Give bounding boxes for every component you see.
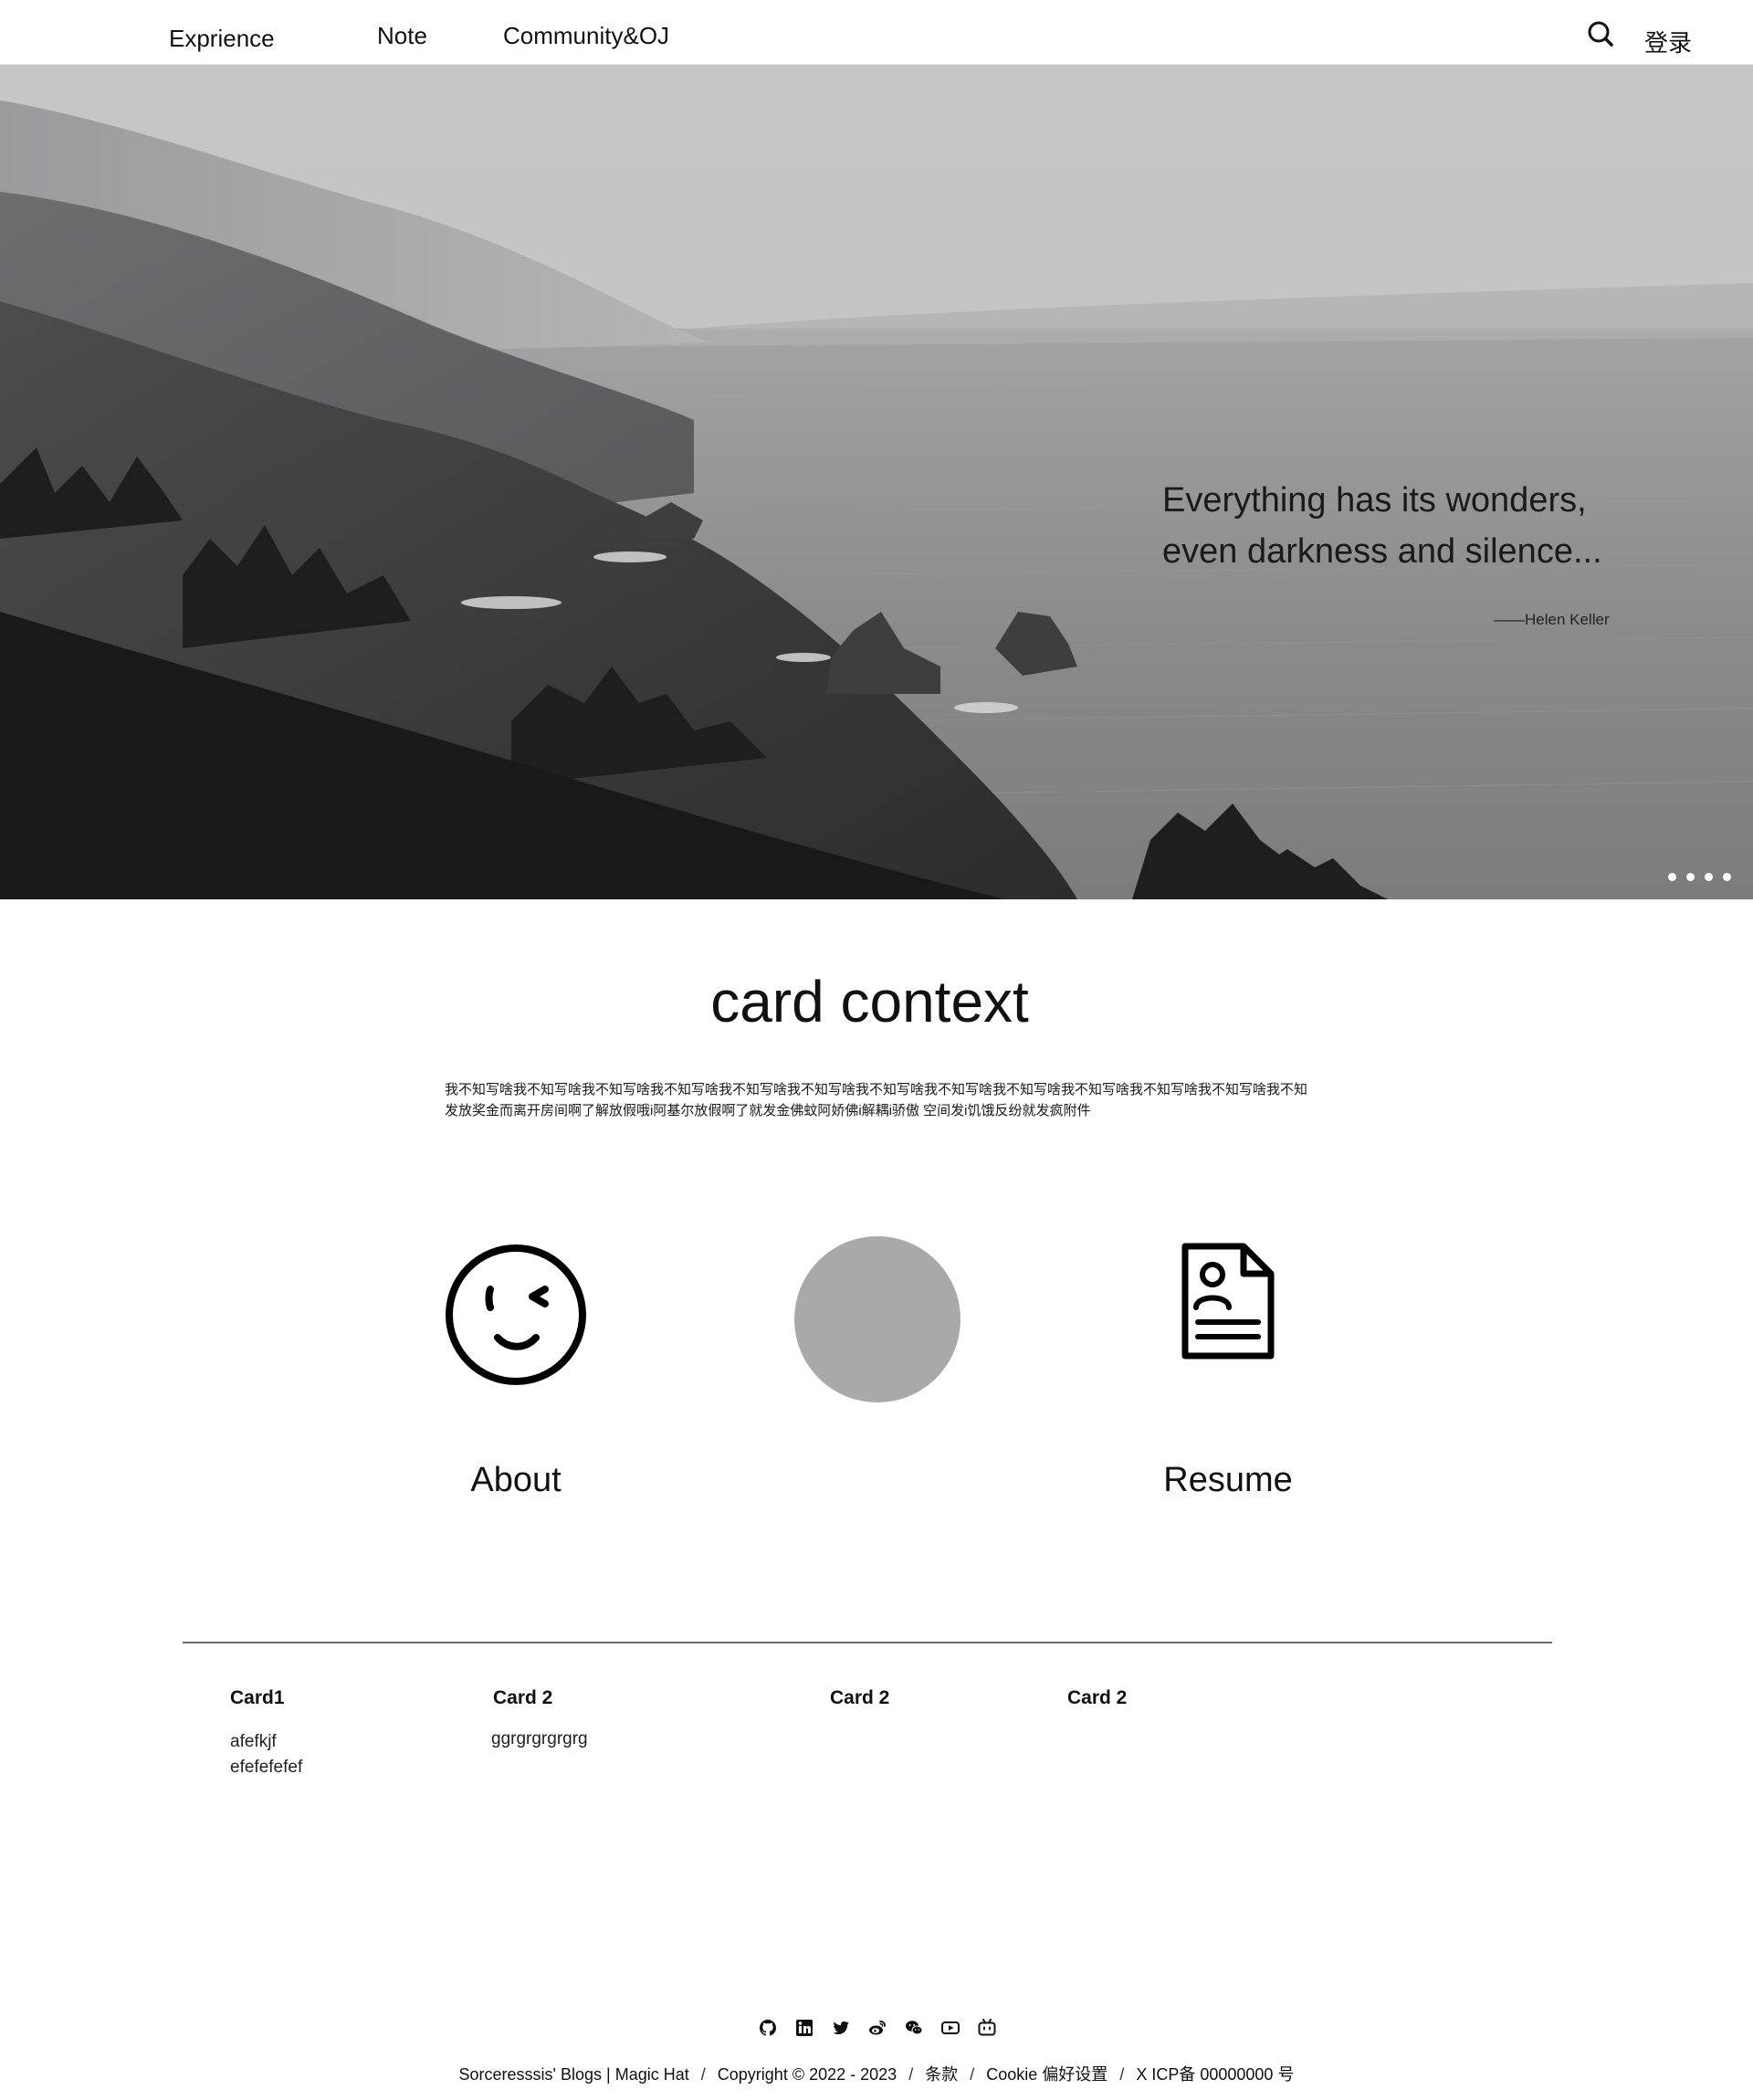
carousel-dot-3[interactable] xyxy=(1705,873,1713,881)
feature-about-label[interactable]: About xyxy=(406,1461,625,1500)
quote-line-1: Everything has its wonders, xyxy=(1162,481,1587,520)
separator: / xyxy=(700,2065,706,2084)
footer-card-text[interactable]: afefkjf xyxy=(230,1729,302,1755)
nav-link-note[interactable]: Note xyxy=(377,22,427,50)
youtube-icon[interactable] xyxy=(940,2018,960,2038)
footer-card-4: Card 2 xyxy=(1067,1687,1127,1709)
footer-divider xyxy=(183,1642,1552,1643)
site-name-link[interactable]: Sorceresssis' Blogs | Magic Hat xyxy=(459,2065,689,2084)
search-icon[interactable] xyxy=(1585,18,1618,51)
hero-banner: Everything has its wonders, even darknes… xyxy=(0,64,1753,899)
github-icon[interactable] xyxy=(758,2018,778,2038)
separator: / xyxy=(970,2065,975,2084)
separator: / xyxy=(908,2065,914,2084)
nav-link-experience[interactable]: Exprience xyxy=(169,25,275,53)
footer-card-text[interactable]: efefefefef xyxy=(230,1755,302,1780)
carousel-indicators xyxy=(1668,873,1731,884)
nav-link-community-oj[interactable]: Community&OJ xyxy=(503,22,669,50)
weibo-icon[interactable] xyxy=(867,2018,887,2038)
carousel-dot-4[interactable] xyxy=(1723,873,1731,881)
avatar[interactable] xyxy=(794,1236,960,1402)
footer-card-1: Card1 afefkjf efefefefef xyxy=(230,1687,302,1780)
resume-document-icon xyxy=(1181,1243,1275,1360)
cookie-preferences-link[interactable]: Cookie 偏好设置 xyxy=(986,2065,1107,2084)
separator: / xyxy=(1119,2065,1125,2084)
carousel-dot-1[interactable] xyxy=(1668,873,1676,881)
icp-link[interactable]: X ICP备 00000000 号 xyxy=(1136,2065,1294,2084)
section-title: card context xyxy=(710,969,1029,1034)
copyright-text: Copyright © 2022 - 2023 xyxy=(717,2065,897,2084)
footer-card-title: Card1 xyxy=(230,1687,285,1708)
login-link[interactable]: 登录 xyxy=(1644,25,1692,58)
footer-card-title: Card 2 xyxy=(1067,1687,1128,1708)
carousel-dot-2[interactable] xyxy=(1686,873,1695,881)
footer-card-3: Card 2 xyxy=(830,1687,889,1709)
quote-author: ——Helen Keller xyxy=(1494,611,1610,628)
social-links xyxy=(758,2018,997,2038)
quote-line-2: even darkness and silence... xyxy=(1162,532,1602,571)
feature-resume[interactable]: Resume xyxy=(1150,1242,1306,1499)
footer-card-2: Card 2 ggrgrgrgrgrg xyxy=(491,1687,588,1752)
twitter-icon[interactable] xyxy=(831,2018,851,2038)
bilibili-icon[interactable] xyxy=(977,2018,997,2038)
footer-card-title: Card 2 xyxy=(830,1687,890,1708)
feature-resume-label[interactable]: Resume xyxy=(1114,1461,1342,1500)
copyright-bar: Sorceresssis' Blogs | Magic Hat / Copyri… xyxy=(0,2062,1753,2085)
section-description-line-2: 发放奖金而离开房间啊了解放假哦i阿基尔放假啊了就发金佛蚊阿娇佛i解耦i骄傲 空间… xyxy=(445,1103,1091,1118)
feature-about[interactable]: About xyxy=(443,1242,589,1499)
section-description-line-1: 我不知写啥我不知写啥我不知写啥我不知写啥我不知写啥我不知写啥我不知写啥我不知写啥… xyxy=(445,1082,1308,1097)
section-description: 我不知写啥我不知写啥我不知写啥我不知写啥我不知写啥我不知写啥我不知写啥我不知写啥… xyxy=(445,1079,1321,1121)
hero-quote: Everything has its wonders, even darknes… xyxy=(1162,475,1674,577)
wink-face-icon xyxy=(446,1244,586,1385)
feature-avatar[interactable] xyxy=(794,1236,960,1402)
wechat-icon[interactable] xyxy=(904,2018,924,2038)
footer-card-title: Card 2 xyxy=(493,1687,553,1708)
terms-link[interactable]: 条款 xyxy=(925,2065,958,2084)
linkedin-icon[interactable] xyxy=(794,2018,814,2038)
top-nav: Exprience Note Community&OJ 登录 xyxy=(0,0,1753,65)
footer-card-text[interactable]: ggrgrgrgrgrg xyxy=(491,1727,588,1752)
